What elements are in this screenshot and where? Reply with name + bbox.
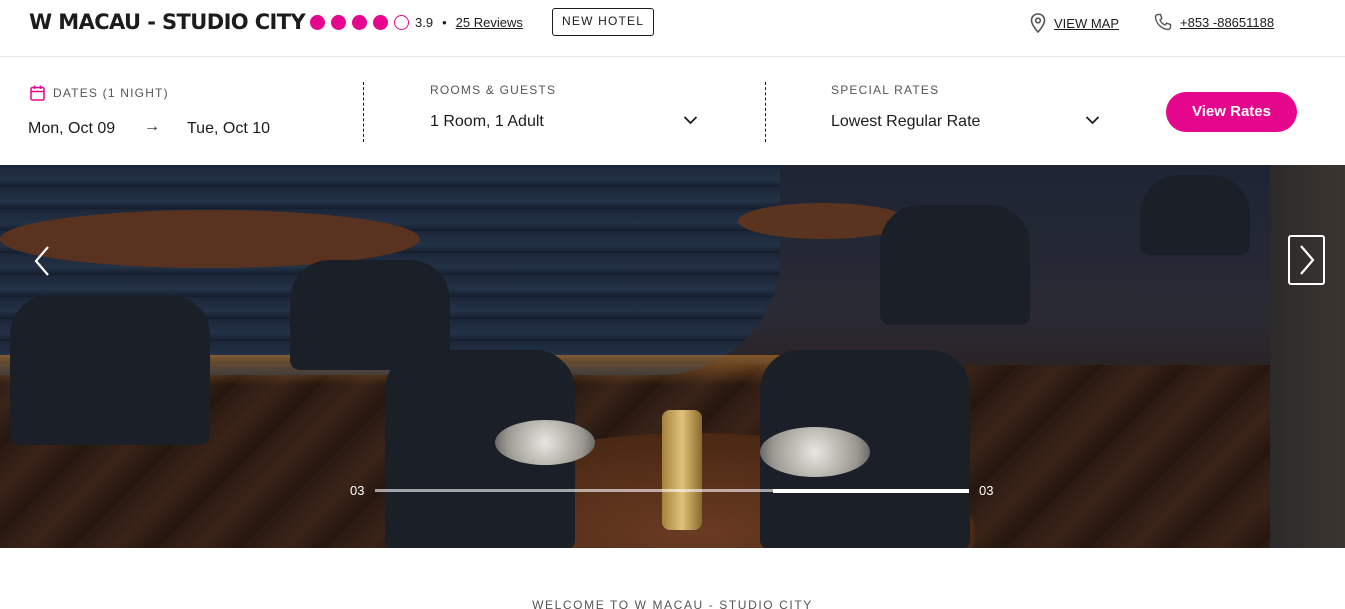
booking-bar: DATES (1 NIGHT) Mon, Oct 09 → Tue, Oct 1… [0, 58, 1345, 165]
hero-chair [880, 205, 1030, 325]
separator-bullet: • [442, 15, 447, 30]
rooms-guests-select[interactable]: 1 Room, 1 Adult [430, 113, 544, 131]
date-arrow-icon: → [144, 118, 160, 135]
special-rates-label: SPECIAL RATES [831, 83, 940, 97]
phone-icon [1154, 13, 1172, 31]
chevron-right-icon [1300, 245, 1315, 275]
hero-plate [760, 427, 870, 477]
carousel-progress-fill [772, 488, 969, 493]
calendar-icon [30, 85, 45, 101]
hotel-header: W MACAU - STUDIO CITY 3.9 • 25 Reviews N… [0, 0, 1345, 57]
chevron-down-icon[interactable] [1085, 115, 1100, 125]
hotel-name: W MACAU - STUDIO CITY [29, 10, 306, 34]
chevron-left-icon [34, 246, 49, 276]
welcome-heading: WELCOME TO W MACAU - STUDIO CITY [532, 598, 813, 609]
chevron-down-icon[interactable] [683, 115, 698, 125]
divider [765, 82, 766, 142]
rating-dot-filled [352, 15, 367, 30]
check-in-date[interactable]: Mon, Oct 09 [28, 120, 115, 138]
view-map-link[interactable]: VIEW MAP [1030, 13, 1119, 33]
carousel-prev-button[interactable] [28, 243, 56, 279]
hero-wall [1270, 165, 1345, 548]
rating-dot-filled [310, 15, 325, 30]
phone-link[interactable]: +853 -88651188 [1154, 13, 1274, 31]
slide-counter-end: 03 [979, 483, 994, 498]
rating-dot-filled [373, 15, 388, 30]
hero-carousel: 03 03 [0, 165, 1345, 548]
dates-section[interactable]: DATES (1 NIGHT) [30, 85, 169, 101]
view-rates-button[interactable]: View Rates [1166, 92, 1297, 132]
view-map-label: VIEW MAP [1054, 15, 1120, 31]
rating-dot-filled [331, 15, 346, 30]
reviews-link[interactable]: 25 Reviews [456, 15, 523, 30]
hero-plate [495, 420, 595, 465]
phone-number: +853 -88651188 [1180, 14, 1275, 30]
rating-value: 3.9 [415, 15, 434, 30]
rooms-guests-label: ROOMS & GUESTS [430, 83, 557, 97]
hero-lamp [662, 410, 702, 530]
new-hotel-badge: NEW HOTEL [552, 8, 655, 36]
divider [363, 82, 364, 142]
hero-chair [10, 295, 210, 445]
carousel-progress [375, 488, 969, 493]
slide-counter-start: 03 [350, 483, 365, 498]
rating: 3.9 • 25 Reviews [310, 15, 523, 30]
carousel-next-button[interactable] [1288, 235, 1325, 285]
hero-chair [1140, 175, 1250, 255]
map-pin-icon [1030, 13, 1046, 33]
rating-dot-empty [394, 15, 409, 30]
special-rates-select[interactable]: Lowest Regular Rate [831, 113, 980, 131]
dates-label: DATES (1 NIGHT) [53, 86, 169, 100]
check-out-date[interactable]: Tue, Oct 10 [187, 120, 270, 138]
